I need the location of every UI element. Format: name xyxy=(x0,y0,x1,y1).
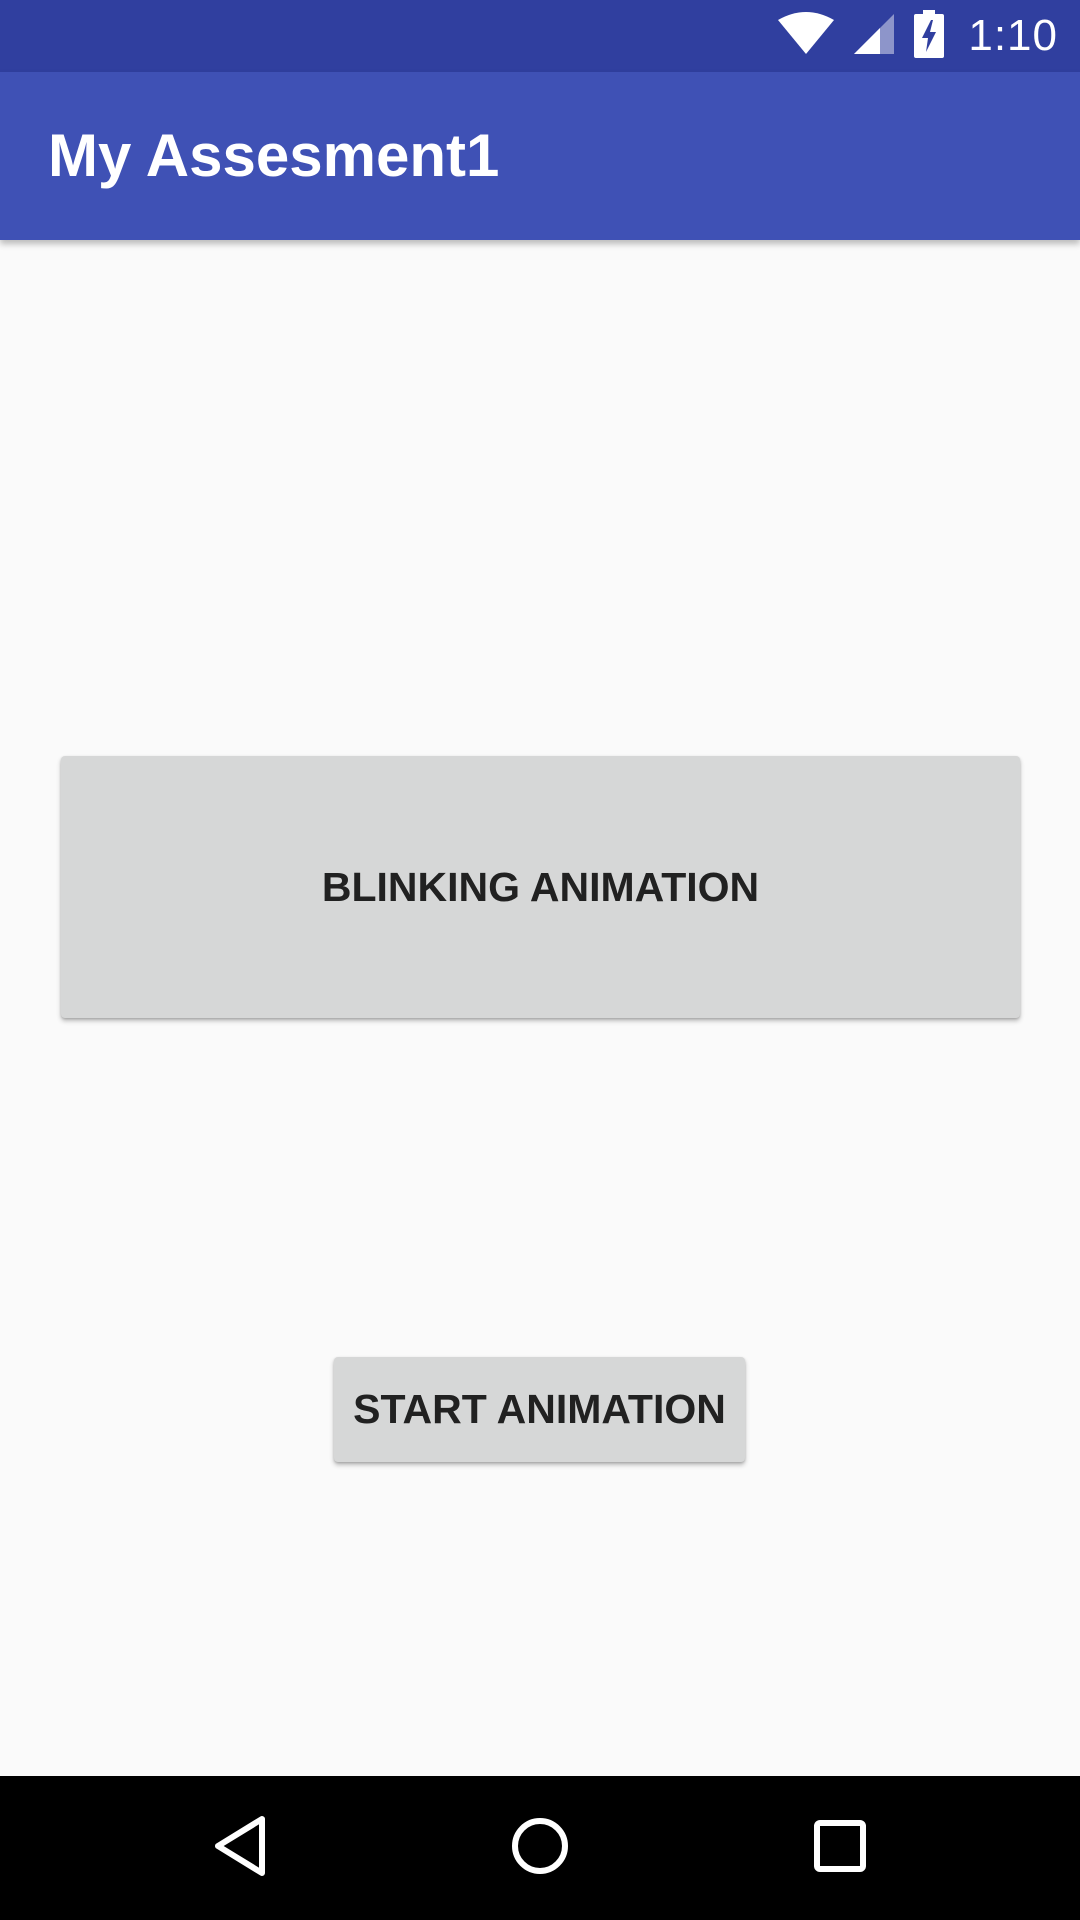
cell-signal-icon xyxy=(852,12,896,61)
back-button[interactable] xyxy=(162,1776,322,1920)
battery-charging-icon xyxy=(914,9,945,63)
home-icon xyxy=(510,1816,570,1881)
status-bar: 1:10 xyxy=(0,0,1080,72)
screen: 1:10 My Assesment1 BLINKING ANIMATION ST… xyxy=(0,0,1080,1920)
wifi-icon xyxy=(778,11,835,61)
back-icon xyxy=(212,1815,272,1882)
home-button[interactable] xyxy=(460,1776,620,1920)
start-animation-button[interactable]: START ANIMATION xyxy=(334,1357,745,1462)
blinking-animation-button[interactable]: BLINKING ANIMATION xyxy=(61,756,1020,1018)
status-time: 1:10 xyxy=(968,11,1058,60)
app-title: My Assesment1 xyxy=(48,122,500,189)
app-bar: My Assesment1 xyxy=(0,72,1080,240)
recent-apps-button[interactable] xyxy=(760,1776,920,1920)
recent-apps-icon xyxy=(813,1819,867,1878)
blinking-animation-button-label: BLINKING ANIMATION xyxy=(321,863,760,910)
start-animation-button-label: START ANIMATION xyxy=(353,1386,726,1432)
status-icons: 1:10 xyxy=(778,0,1058,72)
navigation-bar xyxy=(0,1776,1080,1920)
